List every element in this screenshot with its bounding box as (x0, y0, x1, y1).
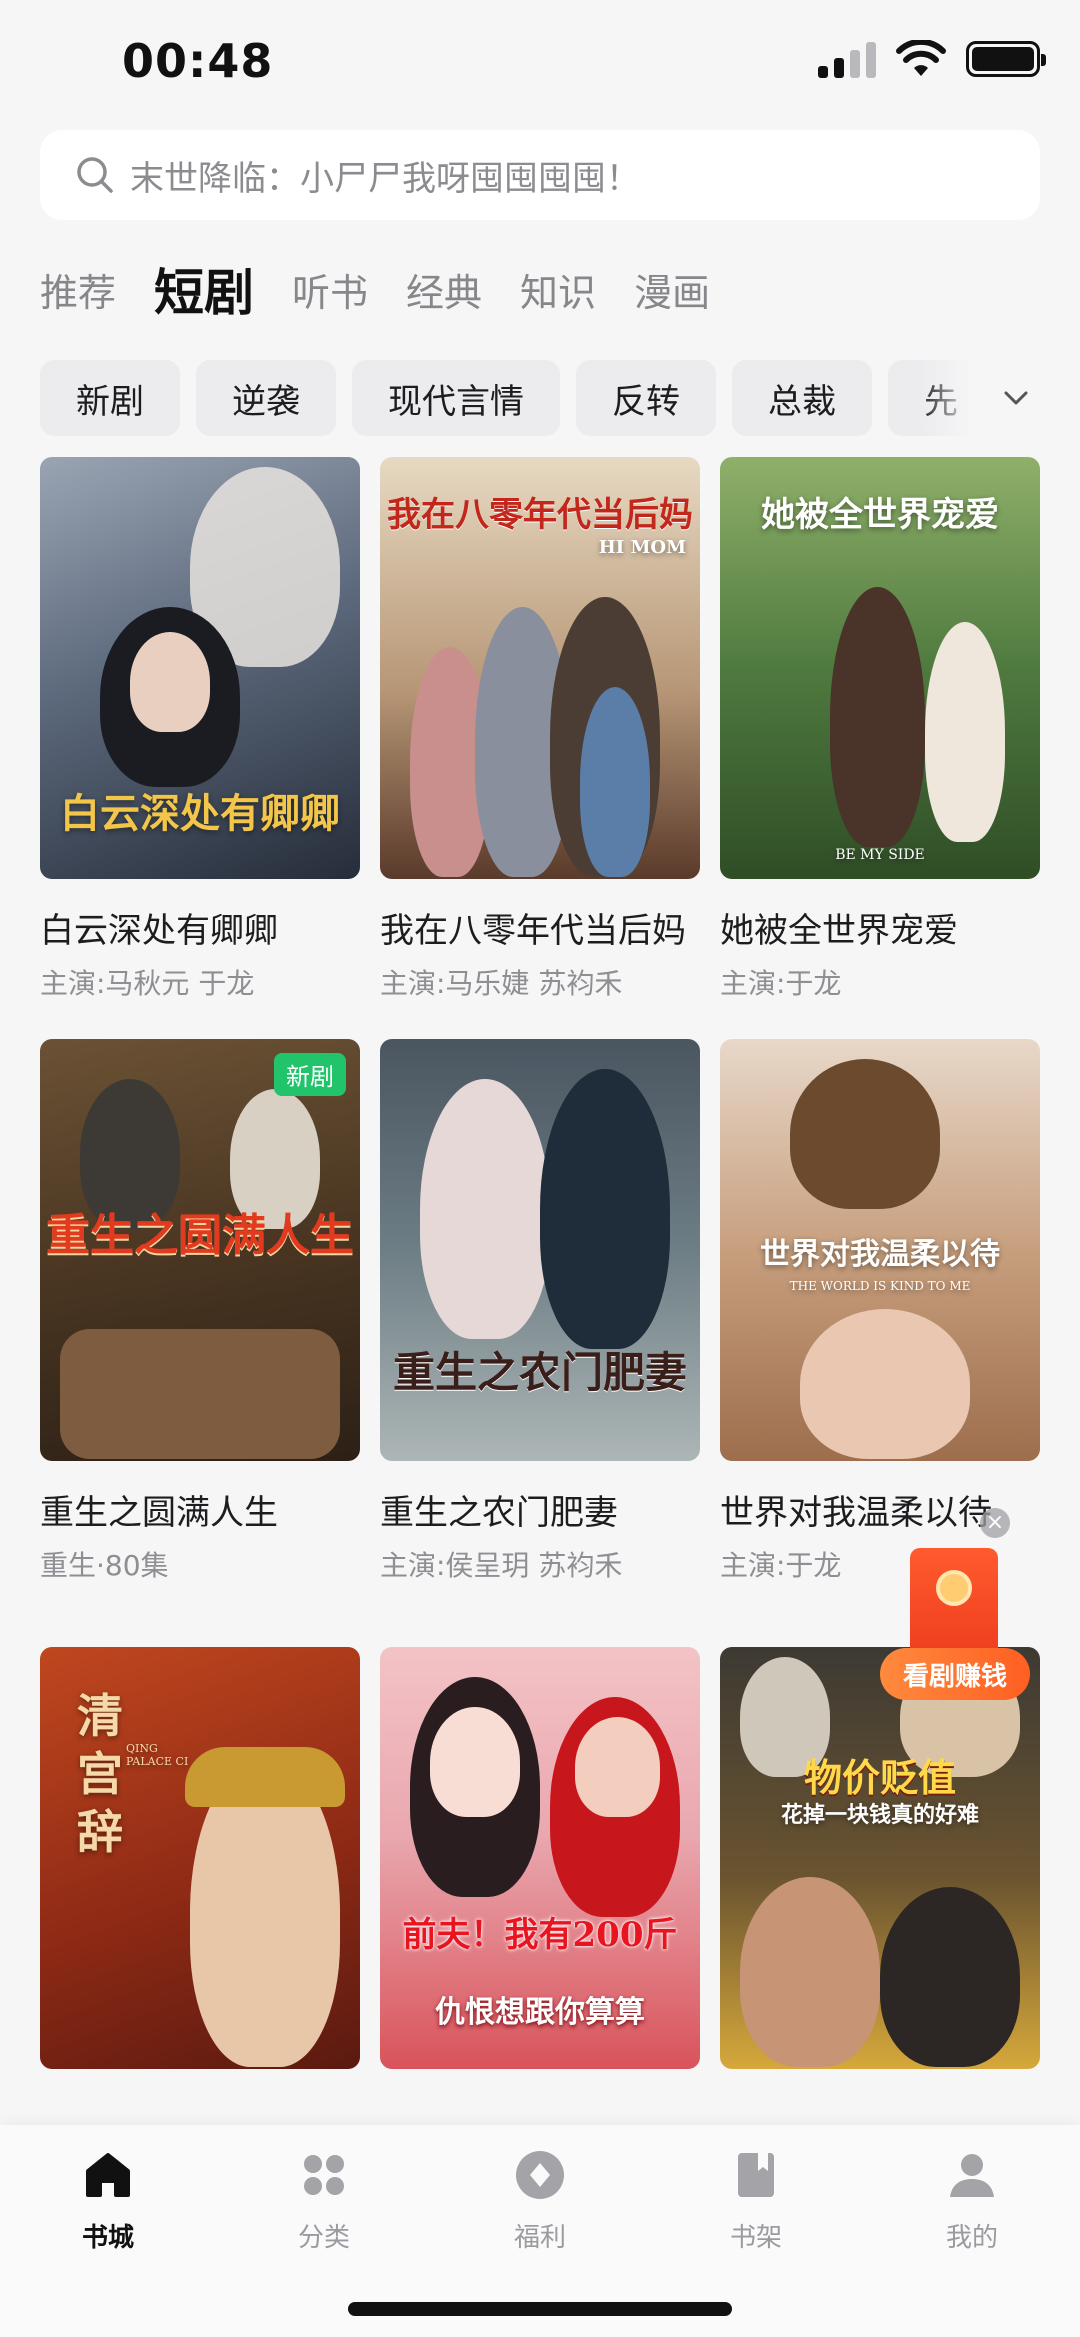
poster-subtitle: THE WORLD IS KIND TO ME (789, 1279, 971, 1293)
poster-subtitle: 花掉一块钱真的好难 (780, 1802, 979, 1828)
home-indicator[interactable] (348, 2302, 732, 2316)
drama-card[interactable]: 清宫辞 QING PALACE CI (40, 1647, 360, 2093)
home-icon (86, 2153, 130, 2197)
profile-icon (950, 2154, 994, 2197)
drama-poster[interactable]: 她被全世界宠爱 BE MY SIDE (720, 457, 1040, 879)
drama-poster[interactable]: 清宫辞 QING PALACE CI (40, 1647, 360, 2069)
tab-short-drama[interactable]: 短剧 (154, 258, 254, 328)
tab-recommend[interactable]: 推荐 (40, 258, 116, 328)
nav-welfare[interactable]: 福利 (460, 2147, 620, 2254)
drama-cast: 主演:马秋元 于龙 (40, 967, 255, 1000)
app-screen: 00:48 末世降临：小尸尸我呀囤囤囤囤！ 推荐 短剧 听书 经典 知识 漫画 … (0, 0, 1080, 2337)
welfare-icon (516, 2151, 564, 2199)
search-placeholder: 末世降临：小尸尸我呀囤囤囤囤！ (130, 158, 640, 199)
chip-ceo[interactable]: 总裁 (732, 360, 872, 436)
drama-card[interactable]: 我在八零年代当后妈 HI MOM 我在八零年代当后妈 主演:马乐婕 苏袀禾 (380, 457, 700, 1002)
chips-expand[interactable] (920, 360, 1040, 436)
drama-poster[interactable]: 物价贬值 花掉一块钱真的好难 (720, 1647, 1040, 2069)
category-icon (304, 2155, 344, 2195)
tab-knowledge[interactable]: 知识 (520, 258, 596, 328)
chip-twist[interactable]: 反转 (576, 360, 716, 436)
status-bar: 00:48 (0, 0, 1080, 120)
poster-title: 重生之农门肥妻 (392, 1348, 687, 1397)
tab-comics[interactable]: 漫画 (634, 258, 710, 328)
search-bar[interactable]: 末世降临：小尸尸我呀囤囤囤囤！ (40, 130, 1040, 220)
drama-card[interactable]: 她被全世界宠爱 BE MY SIDE 她被全世界宠爱 主演:于龙 (720, 457, 1040, 1002)
drama-title: 我在八零年代当后妈 (380, 911, 686, 951)
tab-audiobook[interactable]: 听书 (292, 258, 368, 328)
drama-cast: 主演:侯呈玥 苏袀禾 (380, 1549, 623, 1582)
tab-classic[interactable]: 经典 (406, 258, 482, 328)
drama-cast: 主演:于龙 (720, 967, 842, 1000)
drama-meta: 重生·80集 (40, 1549, 169, 1582)
drama-poster[interactable]: 前夫！我有200斤 仇恨想跟你算算 (380, 1647, 700, 2069)
nav-profile[interactable]: 我的 (892, 2147, 1052, 2254)
nav-bookstore[interactable]: 书城 (28, 2147, 188, 2254)
drama-card[interactable]: 世界对我温柔以待 THE WORLD IS KIND TO ME 世界对我温柔以… (720, 1039, 1040, 1584)
poster-subtitle: BE MY SIDE (835, 847, 925, 863)
drama-card[interactable]: 物价贬值 花掉一块钱真的好难 (720, 1647, 1040, 2093)
battery-icon (966, 41, 1046, 77)
bookshelf-icon (738, 2153, 774, 2197)
chip-modern-romance[interactable]: 现代言情 (352, 360, 560, 436)
chevron-down-icon[interactable] (996, 378, 1036, 418)
status-time: 00:48 (122, 34, 274, 88)
drama-poster[interactable]: 重生之农门肥妻 (380, 1039, 700, 1461)
nav-label: 书城 (81, 2223, 134, 2253)
drama-poster[interactable]: 白云深处有卿卿 (40, 457, 360, 879)
category-tabs: 推荐 短剧 听书 经典 知识 漫画 (40, 258, 710, 328)
watch-earn-widget[interactable]: × 看剧赚钱 (880, 1508, 1040, 1700)
new-badge: 新剧 (274, 1053, 346, 1096)
cellular-signal-icon (818, 40, 876, 78)
watch-earn-label[interactable]: 看剧赚钱 (880, 1648, 1030, 1700)
nav-label: 我的 (945, 2223, 998, 2253)
genre-chips: 新剧 逆袭 现代言情 反转 总裁 先 (40, 360, 1040, 436)
drama-title: 重生之农门肥妻 (380, 1493, 618, 1533)
poster-subtitle: QING PALACE CI (126, 1742, 189, 1768)
nav-label: 书架 (729, 2223, 782, 2253)
poster-title: 白云深处有卿卿 (60, 790, 340, 837)
drama-poster[interactable]: 世界对我温柔以待 THE WORLD IS KIND TO ME (720, 1039, 1040, 1461)
nav-label: 分类 (297, 2223, 350, 2253)
poster-subtitle: 仇恨想跟你算算 (435, 1995, 645, 2030)
poster-subtitle: HI MOM (598, 537, 686, 558)
chip-new[interactable]: 新剧 (40, 360, 180, 436)
drama-title: 重生之圆满人生 (40, 1493, 278, 1533)
drama-card[interactable]: 白云深处有卿卿 白云深处有卿卿 主演:马秋元 于龙 (40, 457, 360, 1002)
poster-title: 前夫！我有200斤 (402, 1915, 678, 1955)
poster-title: 世界对我温柔以待 (760, 1237, 1000, 1272)
poster-title: 物价贬值 (803, 1755, 956, 1800)
drama-card[interactable]: 重生之农门肥妻 重生之农门肥妻 主演:侯呈玥 苏袀禾 (380, 1039, 700, 1584)
status-icons (818, 40, 1046, 78)
poster-title: 我在八零年代当后妈 (387, 495, 693, 535)
close-icon[interactable]: × (980, 1508, 1010, 1538)
drama-cast: 主演:马乐婕 苏袀禾 (380, 967, 623, 1000)
poster-title: 她被全世界宠爱 (761, 495, 999, 535)
wifi-icon (896, 40, 946, 76)
nav-bookshelf[interactable]: 书架 (676, 2147, 836, 2254)
drama-title: 她被全世界宠爱 (720, 911, 958, 951)
drama-title: 白云深处有卿卿 (40, 911, 278, 951)
search-icon (77, 157, 113, 193)
poster-title: 清宫辞 (77, 1689, 123, 1859)
drama-card[interactable]: 重生之圆满人生 新剧 重生之圆满人生 重生·80集 (40, 1039, 360, 1584)
poster-title: 重生之圆满人生 (46, 1210, 354, 1261)
drama-card[interactable]: 前夫！我有200斤 仇恨想跟你算算 (380, 1647, 700, 2093)
drama-poster[interactable]: 重生之圆满人生 新剧 (40, 1039, 360, 1461)
nav-label: 福利 (513, 2223, 566, 2253)
drama-poster[interactable]: 我在八零年代当后妈 HI MOM (380, 457, 700, 879)
chip-comeback[interactable]: 逆袭 (196, 360, 336, 436)
red-packet-icon[interactable] (910, 1548, 998, 1658)
nav-category[interactable]: 分类 (244, 2147, 404, 2254)
